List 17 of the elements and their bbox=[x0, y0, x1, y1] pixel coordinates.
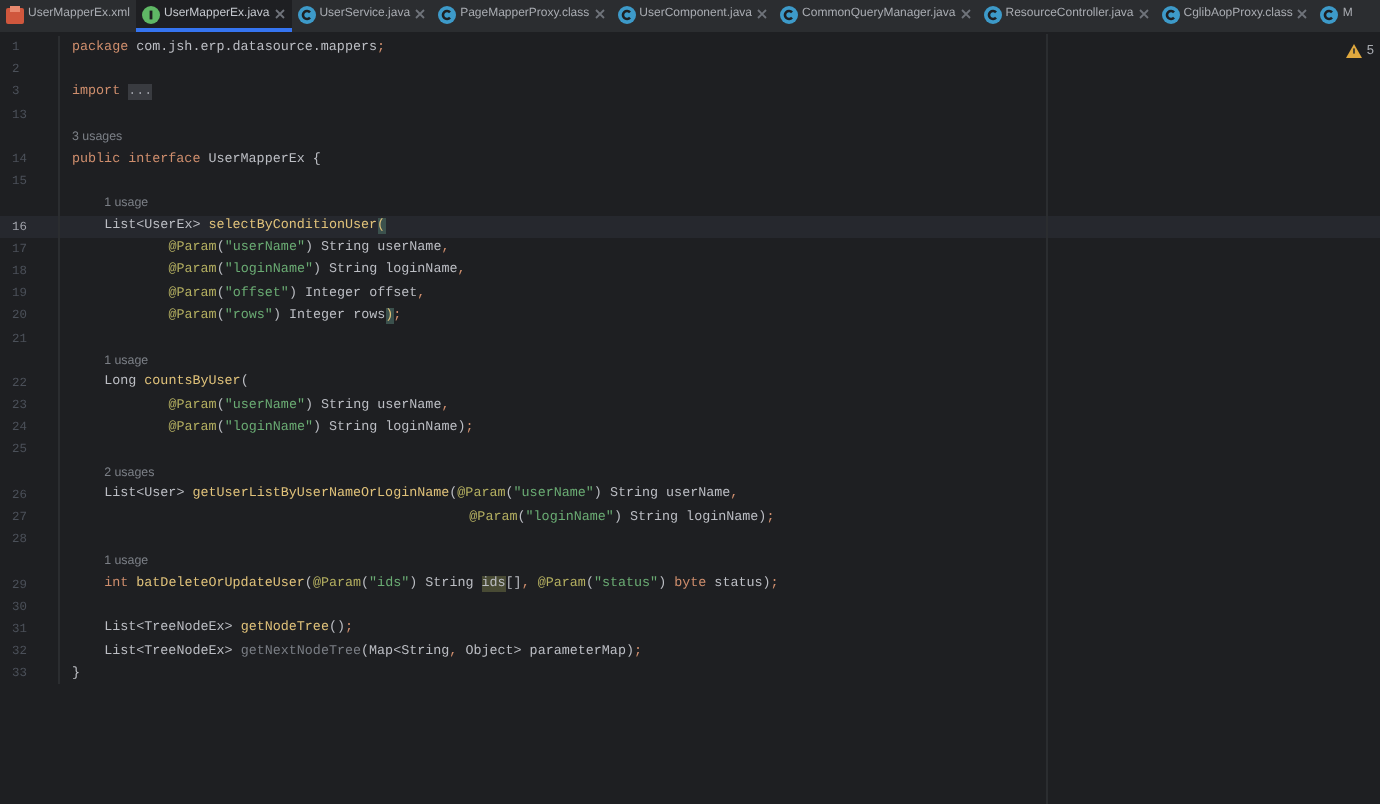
xml-file-icon bbox=[6, 5, 24, 23]
class-icon bbox=[617, 5, 636, 23]
close-icon[interactable] bbox=[756, 8, 769, 20]
close-icon[interactable] bbox=[1296, 8, 1309, 20]
class-icon bbox=[1161, 5, 1180, 23]
class-icon bbox=[297, 5, 316, 23]
warning-icon bbox=[1346, 44, 1363, 58]
class-icon bbox=[1320, 5, 1339, 23]
class-icon bbox=[438, 5, 457, 23]
close-icon[interactable] bbox=[593, 8, 606, 20]
close-icon[interactable] bbox=[273, 8, 286, 20]
class-icon bbox=[983, 5, 1002, 23]
close-icon[interactable] bbox=[414, 8, 427, 20]
class-icon bbox=[780, 5, 799, 23]
close-icon[interactable] bbox=[1137, 8, 1150, 20]
close-icon[interactable] bbox=[959, 8, 972, 20]
interface-icon bbox=[142, 5, 161, 23]
